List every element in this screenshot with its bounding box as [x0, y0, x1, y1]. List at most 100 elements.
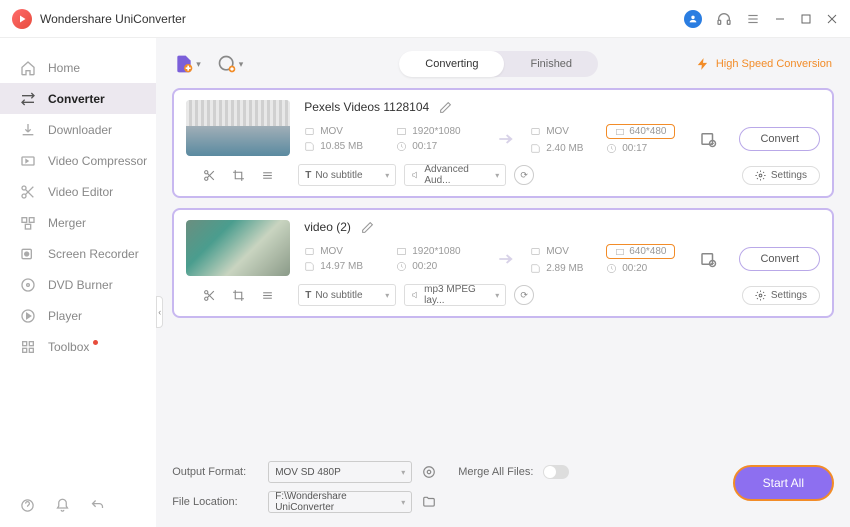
maximize-button[interactable]	[800, 13, 812, 25]
titlebar: Wondershare UniConverter	[0, 0, 850, 38]
output-resolution[interactable]: 640*480	[606, 244, 675, 259]
sidebar-item-label: Video Editor	[48, 185, 113, 199]
reply-icon[interactable]	[90, 498, 105, 513]
output-settings-icon[interactable]	[699, 130, 717, 148]
output-format-dropdown[interactable]: MOV SD 480P▾	[268, 461, 412, 483]
home-icon	[20, 60, 36, 76]
thumbnail[interactable]	[186, 220, 290, 276]
grid-icon	[20, 339, 36, 355]
high-speed-conversion-button[interactable]: High Speed Conversion	[696, 57, 832, 71]
sidebar-item-label: Downloader	[48, 123, 112, 137]
output-format-settings-icon[interactable]	[422, 465, 436, 479]
card-settings-button[interactable]: Settings	[742, 166, 820, 185]
sidebar-item-toolbox[interactable]: Toolbox	[0, 331, 156, 362]
collapse-sidebar-button[interactable]: ‹	[156, 296, 163, 328]
cut-icon[interactable]	[203, 169, 216, 182]
file-card: Pexels Videos 1128104 MOV 1920*1080 10.8…	[172, 88, 834, 198]
sidebar-item-downloader[interactable]: Downloader	[0, 114, 156, 145]
subtitle-dropdown[interactable]: TNo subtitle▾	[298, 164, 396, 186]
more-icon[interactable]	[261, 289, 274, 302]
output-format: MOV	[530, 244, 600, 259]
sidebar-item-label: DVD Burner	[48, 278, 113, 292]
card-settings-button[interactable]: Settings	[742, 286, 820, 305]
output-resolution[interactable]: 640*480	[606, 124, 675, 139]
output-size: 2.40 MB	[530, 143, 600, 154]
input-duration: 00:17	[396, 141, 482, 152]
cut-icon[interactable]	[203, 289, 216, 302]
sidebar-item-converter[interactable]: Converter	[0, 83, 156, 114]
file-location-dropdown[interactable]: F:\Wondershare UniConverter▾	[268, 491, 412, 513]
compressor-icon	[20, 153, 36, 169]
sidebar-item-home[interactable]: Home	[0, 52, 156, 83]
output-size: 2.89 MB	[530, 263, 600, 274]
output-format: MOV	[530, 124, 600, 139]
sidebar-item-compressor[interactable]: Video Compressor	[0, 145, 156, 176]
sidebar-item-recorder[interactable]: Screen Recorder	[0, 238, 156, 269]
audio-dropdown[interactable]: Advanced Aud...▾	[404, 164, 506, 186]
recorder-icon	[20, 246, 36, 262]
start-all-button[interactable]: Start All	[733, 465, 834, 501]
sidebar-item-label: Converter	[48, 92, 105, 106]
input-resolution: 1920*1080	[396, 126, 482, 137]
sidebar-item-label: Merger	[48, 216, 86, 230]
file-name: Pexels Videos 1128104	[304, 100, 429, 114]
sidebar-item-editor[interactable]: Video Editor	[0, 176, 156, 207]
file-list: Pexels Videos 1128104 MOV 1920*1080 10.8…	[156, 88, 850, 451]
menu-icon[interactable]	[746, 12, 760, 26]
disc-icon	[20, 277, 36, 293]
close-button[interactable]	[826, 13, 838, 25]
help-icon[interactable]	[20, 498, 35, 513]
arrow-icon	[496, 129, 516, 149]
add-url-button[interactable]: ▾	[217, 54, 244, 74]
bell-icon[interactable]	[55, 498, 70, 513]
merge-label: Merge All Files:	[458, 466, 533, 478]
crop-icon[interactable]	[232, 169, 245, 182]
user-avatar-icon[interactable]	[684, 10, 702, 28]
sidebar-item-label: Home	[48, 61, 80, 75]
thumbnail[interactable]	[186, 100, 290, 156]
minimize-button[interactable]	[774, 13, 786, 25]
output-duration: 00:20	[606, 263, 675, 274]
edit-name-icon[interactable]	[439, 101, 452, 114]
sidebar-item-label: Video Compressor	[48, 154, 147, 168]
app-title: Wondershare UniConverter	[40, 12, 186, 26]
download-icon	[20, 122, 36, 138]
audio-dropdown[interactable]: mp3 MPEG lay...▾	[404, 284, 506, 306]
add-file-button[interactable]: ▾	[174, 54, 201, 74]
output-settings-icon[interactable]	[699, 250, 717, 268]
play-icon	[20, 308, 36, 324]
subtitle-dropdown[interactable]: TNo subtitle▾	[298, 284, 396, 306]
toolbar: ▾ ▾ Converting Finished High Speed Conve…	[156, 40, 850, 88]
sidebar-item-merger[interactable]: Merger	[0, 207, 156, 238]
headset-icon[interactable]	[716, 11, 732, 27]
sidebar: Home Converter Downloader Video Compress…	[0, 38, 156, 527]
convert-button[interactable]: Convert	[739, 127, 820, 151]
input-resolution: 1920*1080	[396, 246, 482, 257]
output-format-label: Output Format:	[172, 466, 258, 478]
input-format: MOV	[304, 126, 390, 137]
tab-converting[interactable]: Converting	[399, 51, 504, 77]
tab-finished[interactable]: Finished	[504, 51, 598, 77]
preview-button[interactable]: ⟳	[514, 285, 534, 305]
arrow-icon	[496, 249, 516, 269]
app-logo	[12, 9, 32, 29]
hsc-label: High Speed Conversion	[716, 58, 832, 70]
input-size: 10.85 MB	[304, 141, 390, 152]
merge-toggle[interactable]	[543, 465, 569, 479]
input-duration: 00:20	[396, 261, 482, 272]
more-icon[interactable]	[261, 169, 274, 182]
crop-icon[interactable]	[232, 289, 245, 302]
preview-button[interactable]: ⟳	[514, 165, 534, 185]
file-name: video (2)	[304, 220, 351, 234]
scissors-icon	[20, 184, 36, 200]
open-folder-icon[interactable]	[422, 495, 436, 509]
sidebar-item-dvd[interactable]: DVD Burner	[0, 269, 156, 300]
footer: Output Format: MOV SD 480P▾ Merge All Fi…	[156, 451, 850, 527]
convert-button[interactable]: Convert	[739, 247, 820, 271]
edit-name-icon[interactable]	[361, 221, 374, 234]
file-location-label: File Location:	[172, 496, 258, 508]
sidebar-item-player[interactable]: Player	[0, 300, 156, 331]
input-size: 14.97 MB	[304, 261, 390, 272]
sidebar-item-label: Player	[48, 309, 82, 323]
sidebar-item-label: Toolbox	[48, 340, 98, 354]
